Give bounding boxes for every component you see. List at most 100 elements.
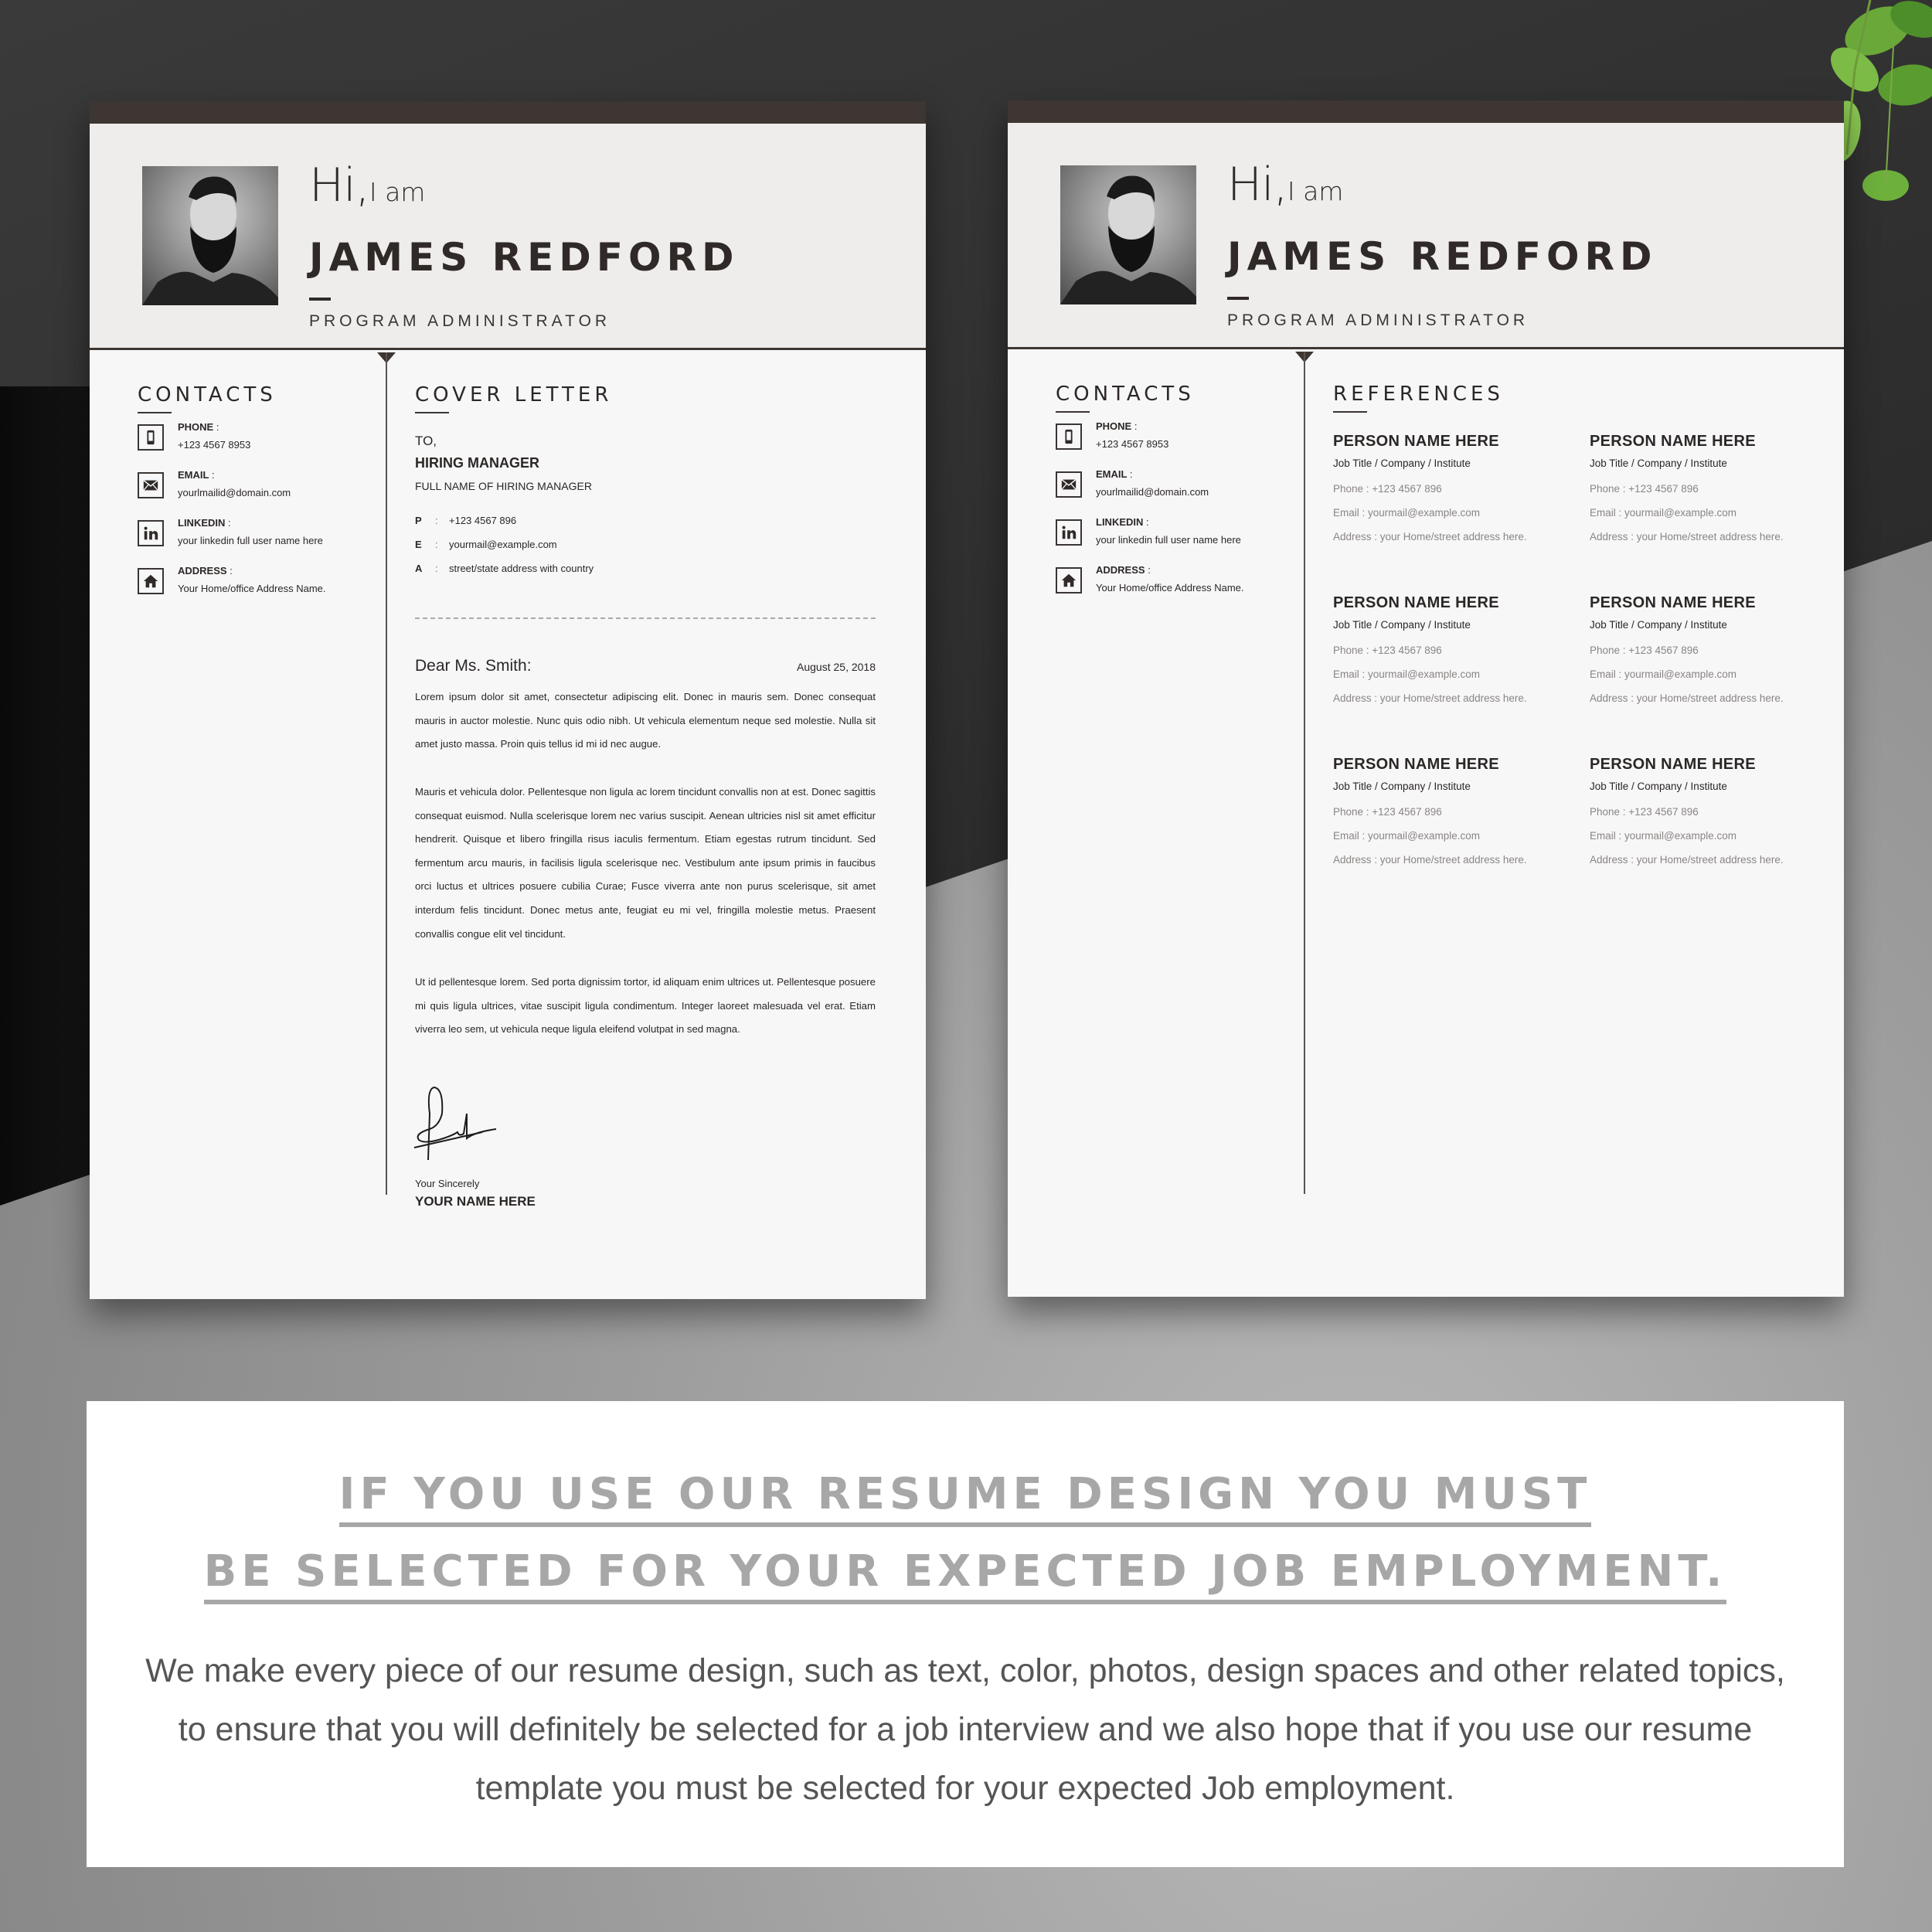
references-page: Hi,I am JAMES REDFORD PROGRAM ADMINISTRA… [1008,100,1844,1297]
page-top-bar [90,101,926,124]
reference-card: PERSON NAME HERE Job Title / Company / I… [1333,756,1580,872]
cover-letter-title: COVER LETTER [415,383,613,406]
letter-date: August 25, 2018 [797,661,876,673]
reference-address: Address : your Home/street address here. [1590,692,1784,704]
profile-photo [1060,165,1196,304]
contact-label: PHONE : [1096,420,1138,432]
greeting-i-am: I am [369,177,426,207]
greeting-i-am: I am [1287,176,1344,206]
phone-icon [1056,423,1082,450]
reference-phone: Phone : +123 4567 896 [1333,483,1442,495]
reference-address: Address : your Home/street address here. [1333,692,1527,704]
banner-body-text: We make every piece of our resume design… [145,1652,1785,1807]
page-top-bar [1008,100,1844,123]
reference-address: Address : your Home/street address here. [1333,854,1527,866]
references-title: REFERENCES [1333,383,1504,406]
contact-label: ADDRESS : [1096,564,1151,576]
letter-paragraph: Ut id pellentesque lorem. Sed porta dign… [415,976,876,1036]
greeting: Hi,I am [309,158,425,213]
reference-phone: Phone : +123 4567 896 [1590,806,1699,818]
reference-job: Job Title / Company / Institute [1333,781,1471,792]
reference-card: PERSON NAME HERE Job Title / Company / I… [1590,594,1837,710]
greeting-hi: Hi, [1227,158,1288,212]
email-icon [1056,471,1082,498]
contact-label: LINKEDIN : [178,517,231,529]
greeting: Hi,I am [1227,158,1343,212]
contact-value: your linkedin full user name here [1096,534,1241,546]
recipient-to: TO, [415,434,437,448]
contact-value: yourlmailid@domain.com [178,487,291,498]
contact-phone: PHONE : +123 4567 8953 [1056,420,1287,471]
reference-address: Address : your Home/street address here. [1590,531,1784,543]
reference-card: PERSON NAME HERE Job Title / Company / I… [1590,756,1837,872]
reference-job: Job Title / Company / Institute [1590,781,1727,792]
contact-value: +123 4567 8953 [1096,438,1169,450]
letter-paragraph: Lorem ipsum dolor sit amet, consectetur … [415,691,876,750]
banner-headline-line-1: IF YOU USE OUR RESUME DESIGN YOU MUST [87,1469,1844,1527]
recipient-name: FULL NAME OF HIRING MANAGER [415,480,592,492]
contact-address: ADDRESS : Your Home/office Address Name. [138,565,369,616]
reference-email: Email : yourmail@example.com [1590,668,1737,680]
contacts-list: PHONE : +123 4567 8953 EMAIL : yourlmail… [138,421,369,616]
cover-letter-title-underline [415,412,449,413]
email-icon [138,472,164,498]
contact-value: +123 4567 8953 [178,439,251,451]
candidate-name: JAMES REDFORD [1227,234,1658,279]
name-dash-divider [1227,297,1249,300]
reference-email: Email : yourmail@example.com [1590,830,1737,842]
letter-paragraph: Mauris et vehicula dolor. Pellentesque n… [415,786,876,940]
contact-label: EMAIL : [178,469,215,481]
reference-name: PERSON NAME HERE [1590,433,1756,450]
column-divider [1304,352,1305,1194]
profile-photo [142,166,278,305]
candidate-name: JAMES REDFORD [309,235,740,280]
contact-linkedin: LINKEDIN : your linkedin full user name … [1056,516,1287,567]
home-icon [138,568,164,594]
references-title-underline [1333,411,1367,413]
closing: Your Sincerely [415,1178,480,1189]
reference-card: PERSON NAME HERE Job Title / Company / I… [1333,594,1580,710]
reference-job: Job Title / Company / Institute [1333,619,1471,631]
reference-phone: Phone : +123 4567 896 [1590,645,1699,656]
contact-address: ADDRESS : Your Home/office Address Name. [1056,564,1287,615]
reference-name: PERSON NAME HERE [1333,433,1499,450]
background-shadow-wedge [0,386,100,1236]
contacts-title-underline [1056,411,1090,413]
home-icon [1056,567,1082,594]
page-header: Hi,I am JAMES REDFORD PROGRAM ADMINISTRA… [90,124,926,350]
promo-banner: IF YOU USE OUR RESUME DESIGN YOU MUST BE… [87,1401,1844,1867]
contact-label: EMAIL : [1096,468,1133,480]
signer-name: YOUR NAME HERE [415,1194,536,1209]
candidate-role: PROGRAM ADMINISTRATOR [1227,311,1529,329]
reference-name: PERSON NAME HERE [1590,756,1756,773]
contacts-title: CONTACTS [1056,383,1195,406]
reference-email: Email : yourmail@example.com [1333,668,1481,680]
reference-email: Email : yourmail@example.com [1333,830,1481,842]
contact-phone: PHONE : +123 4567 8953 [138,421,369,472]
name-dash-divider [309,298,331,301]
page-header: Hi,I am JAMES REDFORD PROGRAM ADMINISTRA… [1008,123,1844,349]
linkedin-icon [1056,519,1082,546]
contact-value: Your Home/office Address Name. [178,583,326,594]
recipient-phone: P: +123 4567 896 [415,515,517,526]
cover-letter-page: Hi,I am JAMES REDFORD PROGRAM ADMINISTRA… [90,101,926,1299]
reference-job: Job Title / Company / Institute [1590,619,1727,631]
reference-card: PERSON NAME HERE Job Title / Company / I… [1590,433,1837,549]
contact-value: your linkedin full user name here [178,535,323,546]
contact-email: EMAIL : yourlmailid@domain.com [1056,468,1287,519]
greeting-hi: Hi, [309,158,370,213]
banner-headline-line-2: BE SELECTED FOR YOUR EXPECTED JOB EMPLOY… [87,1546,1844,1604]
contacts-title: CONTACTS [138,383,277,406]
reference-card: PERSON NAME HERE Job Title / Company / I… [1333,433,1580,549]
phone-icon [138,424,164,451]
contact-label: LINKEDIN : [1096,516,1149,528]
reference-job: Job Title / Company / Institute [1590,457,1727,469]
reference-email: Email : yourmail@example.com [1590,507,1737,519]
contact-value: yourlmailid@domain.com [1096,486,1209,498]
contact-value: Your Home/office Address Name. [1096,582,1244,594]
reference-phone: Phone : +123 4567 896 [1590,483,1699,495]
recipient-address: A: street/state address with country [415,563,594,574]
recipient-title: HIRING MANAGER [415,455,539,471]
contact-email: EMAIL : yourlmailid@domain.com [138,469,369,520]
reference-email: Email : yourmail@example.com [1333,507,1481,519]
